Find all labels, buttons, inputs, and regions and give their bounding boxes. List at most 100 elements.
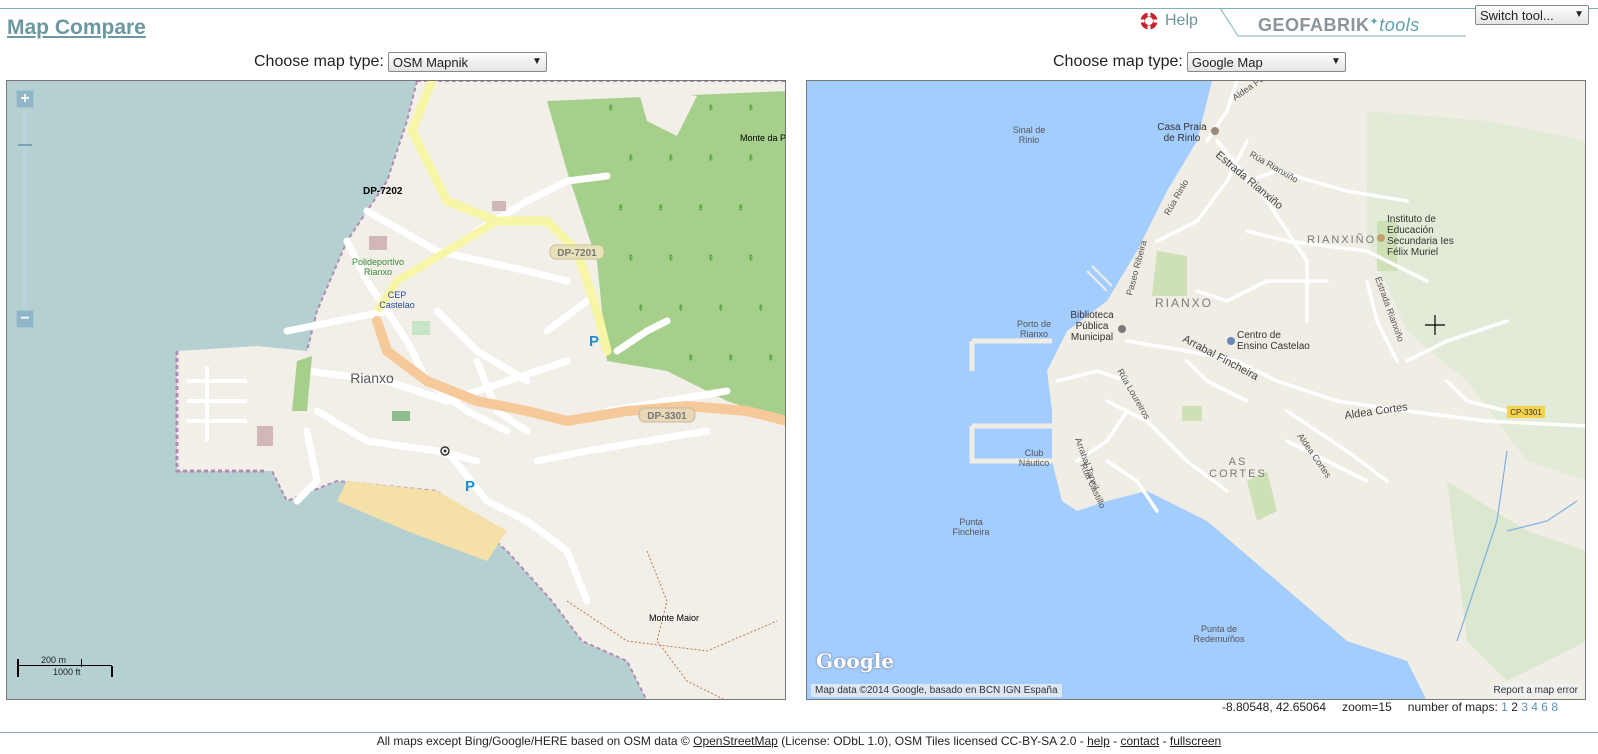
lifebuoy-icon: [1140, 12, 1158, 30]
zoom-slider-handle[interactable]: [18, 144, 32, 146]
help-link[interactable]: Help: [1139, 11, 1198, 31]
svg-text:⇞: ⇞: [727, 353, 735, 363]
svg-text:⇞: ⇞: [717, 303, 725, 313]
number-of-maps: number of maps: 1 2 3 4 6 8: [1408, 700, 1558, 714]
logo-suffix: tools: [1379, 15, 1420, 35]
switch-tool-select[interactable]: Switch tool... ▼: [1475, 5, 1589, 25]
maps-count-2-current: 2: [1511, 700, 1518, 714]
svg-text:⇞: ⇞: [687, 353, 695, 363]
svg-text:⇞: ⇞: [627, 253, 635, 263]
label-rianxino: RIANXIÑO: [1307, 233, 1376, 246]
contact-link[interactable]: contact: [1120, 734, 1159, 748]
left-map-type-value: OSM Mapnik: [392, 55, 468, 70]
svg-text:⇞: ⇞: [747, 153, 755, 163]
label-biblio-2: Pública: [1076, 321, 1109, 332]
google-map-canvas[interactable]: Sinal de Rinlo Porto de Rianxo Club Náut…: [807, 81, 1586, 700]
footer-rule: [0, 732, 1598, 733]
zoom-out-button[interactable]: −: [16, 310, 34, 328]
osm-map-canvas[interactable]: ⇞⇞⇞⇞ ⇞⇞⇞⇞ ⇞⇞⇞⇞ ⇞⇞⇞⇞ ⇞⇞⇞⇞ ⇞⇞⇞: [7, 81, 786, 700]
svg-text:⇞: ⇞: [697, 203, 705, 213]
label-dp7202: DP-7202: [363, 186, 403, 197]
label-punta-2: Fincheira: [952, 527, 989, 537]
geofabrik-logo: GEOFABRIK✦tools: [1220, 8, 1466, 38]
label-casa-1: Casa Praia: [1157, 122, 1207, 133]
page-title-link[interactable]: Map Compare: [7, 16, 146, 40]
zoom-level: zoom=15: [1342, 700, 1392, 714]
label-casa-2: de Rinlo: [1164, 133, 1201, 144]
label-monte-da: Monte da Pe: [740, 133, 786, 143]
zoom-in-button[interactable]: +: [16, 90, 34, 108]
maps-count-3-link[interactable]: 3: [1521, 700, 1528, 714]
label-punta-1: Punta: [959, 517, 983, 527]
svg-text:⇞: ⇞: [747, 253, 755, 263]
label-polideportivo-1: Polideportivo: [352, 257, 404, 267]
label-instituto-1: Instituto de: [1387, 214, 1436, 225]
footer-separator: -: [1113, 734, 1118, 748]
label-cep-1: CEP: [388, 290, 407, 300]
openstreetmap-link[interactable]: OpenStreetMap: [693, 734, 778, 748]
label-porto-2: Rianxo: [1020, 329, 1048, 339]
status-bar: -8.80548, 42.65064 zoom=15 number of map…: [1222, 700, 1558, 714]
zoom-control: + −: [16, 90, 34, 330]
scale-imperial: 1000 ft: [53, 667, 81, 677]
label-polideportivo-2: Rianxo: [364, 267, 392, 277]
svg-text:⇞: ⇞: [707, 103, 715, 113]
label-club-2: Náutico: [1019, 458, 1050, 468]
svg-text:⇞: ⇞: [677, 303, 685, 313]
label-instituto-2: Educación: [1387, 225, 1434, 236]
maps-count-6-link[interactable]: 6: [1541, 700, 1548, 714]
maps-count-1-link[interactable]: 1: [1501, 700, 1508, 714]
google-map[interactable]: Sinal de Rinlo Porto de Rianxo Club Náut…: [806, 80, 1586, 700]
label-sinal-1: Sinal de: [1013, 125, 1046, 135]
osm-map[interactable]: ⇞⇞⇞⇞ ⇞⇞⇞⇞ ⇞⇞⇞⇞ ⇞⇞⇞⇞ ⇞⇞⇞⇞ ⇞⇞⇞: [6, 80, 786, 700]
label-redem-1: Punta de: [1201, 624, 1237, 634]
report-map-error-link[interactable]: Report a map error: [1490, 684, 1581, 697]
left-map-type-select[interactable]: OSM Mapnik ▼: [387, 52, 547, 72]
maps-count-4-link[interactable]: 4: [1531, 700, 1538, 714]
chevron-down-icon: ▼: [531, 56, 542, 67]
left-choose-label: Choose map type:: [254, 53, 384, 70]
footer: All maps except Bing/Google/HERE based o…: [0, 734, 1598, 748]
scale-metric: 200 m: [41, 655, 67, 665]
label-rianxo: Rianxo: [350, 370, 394, 386]
label-instituto-3: Secundaria Ies: [1387, 236, 1454, 247]
svg-text:⇞: ⇞: [737, 203, 745, 213]
help-footer-link[interactable]: help: [1087, 734, 1110, 748]
parking-icon: P: [465, 478, 475, 495]
label-centro-2: Ensino Castelao: [1237, 341, 1310, 352]
number-of-maps-label: number of maps:: [1407, 700, 1498, 714]
footer-text-1: All maps except Bing/Google/HERE based o…: [376, 734, 690, 748]
label-dp3301: DP-3301: [647, 411, 687, 422]
help-label: Help: [1165, 12, 1198, 29]
svg-text:⇞: ⇞: [747, 103, 755, 113]
label-redem-2: Redemuíños: [1193, 634, 1245, 644]
zoom-slider[interactable]: [23, 110, 27, 310]
fullscreen-link[interactable]: fullscreen: [1170, 734, 1221, 748]
scale-bar: 200 m 1000 ft: [17, 655, 113, 681]
footer-text-2: (License: ODbL 1.0), OSM Tiles licensed …: [781, 734, 1084, 748]
maps-count-8-link[interactable]: 8: [1551, 700, 1558, 714]
svg-text:⇞: ⇞: [767, 353, 775, 363]
label-sinal-2: Rinlo: [1019, 135, 1040, 145]
svg-text:⇞: ⇞: [637, 303, 645, 313]
label-biblio-1: Biblioteca: [1070, 310, 1114, 321]
svg-text:⇞: ⇞: [617, 203, 625, 213]
label-cep-2: Castelao: [379, 300, 415, 310]
footer-separator: -: [1162, 734, 1167, 748]
parking-icon: P: [589, 333, 599, 350]
logo-main: GEOFABRIK: [1258, 15, 1370, 35]
label-porto-1: Porto de: [1017, 319, 1051, 329]
svg-text:⇞: ⇞: [657, 203, 665, 213]
svg-text:⇞: ⇞: [607, 103, 615, 113]
svg-text:⇞: ⇞: [627, 153, 635, 163]
svg-text:⇞: ⇞: [667, 253, 675, 263]
label-biblio-3: Municipal: [1071, 332, 1113, 343]
right-map-type-select[interactable]: Google Map ▼: [1186, 52, 1346, 72]
svg-text:⇞: ⇞: [757, 303, 765, 313]
svg-text:⇞: ⇞: [667, 153, 675, 163]
right-map-type-value: Google Map: [1191, 55, 1263, 70]
coordinates: -8.80548, 42.65064: [1221, 700, 1327, 714]
google-logo: Google: [816, 649, 895, 673]
svg-text:⇞: ⇞: [707, 253, 715, 263]
left-map-chooser: Choose map type: OSM Mapnik ▼: [254, 52, 547, 72]
